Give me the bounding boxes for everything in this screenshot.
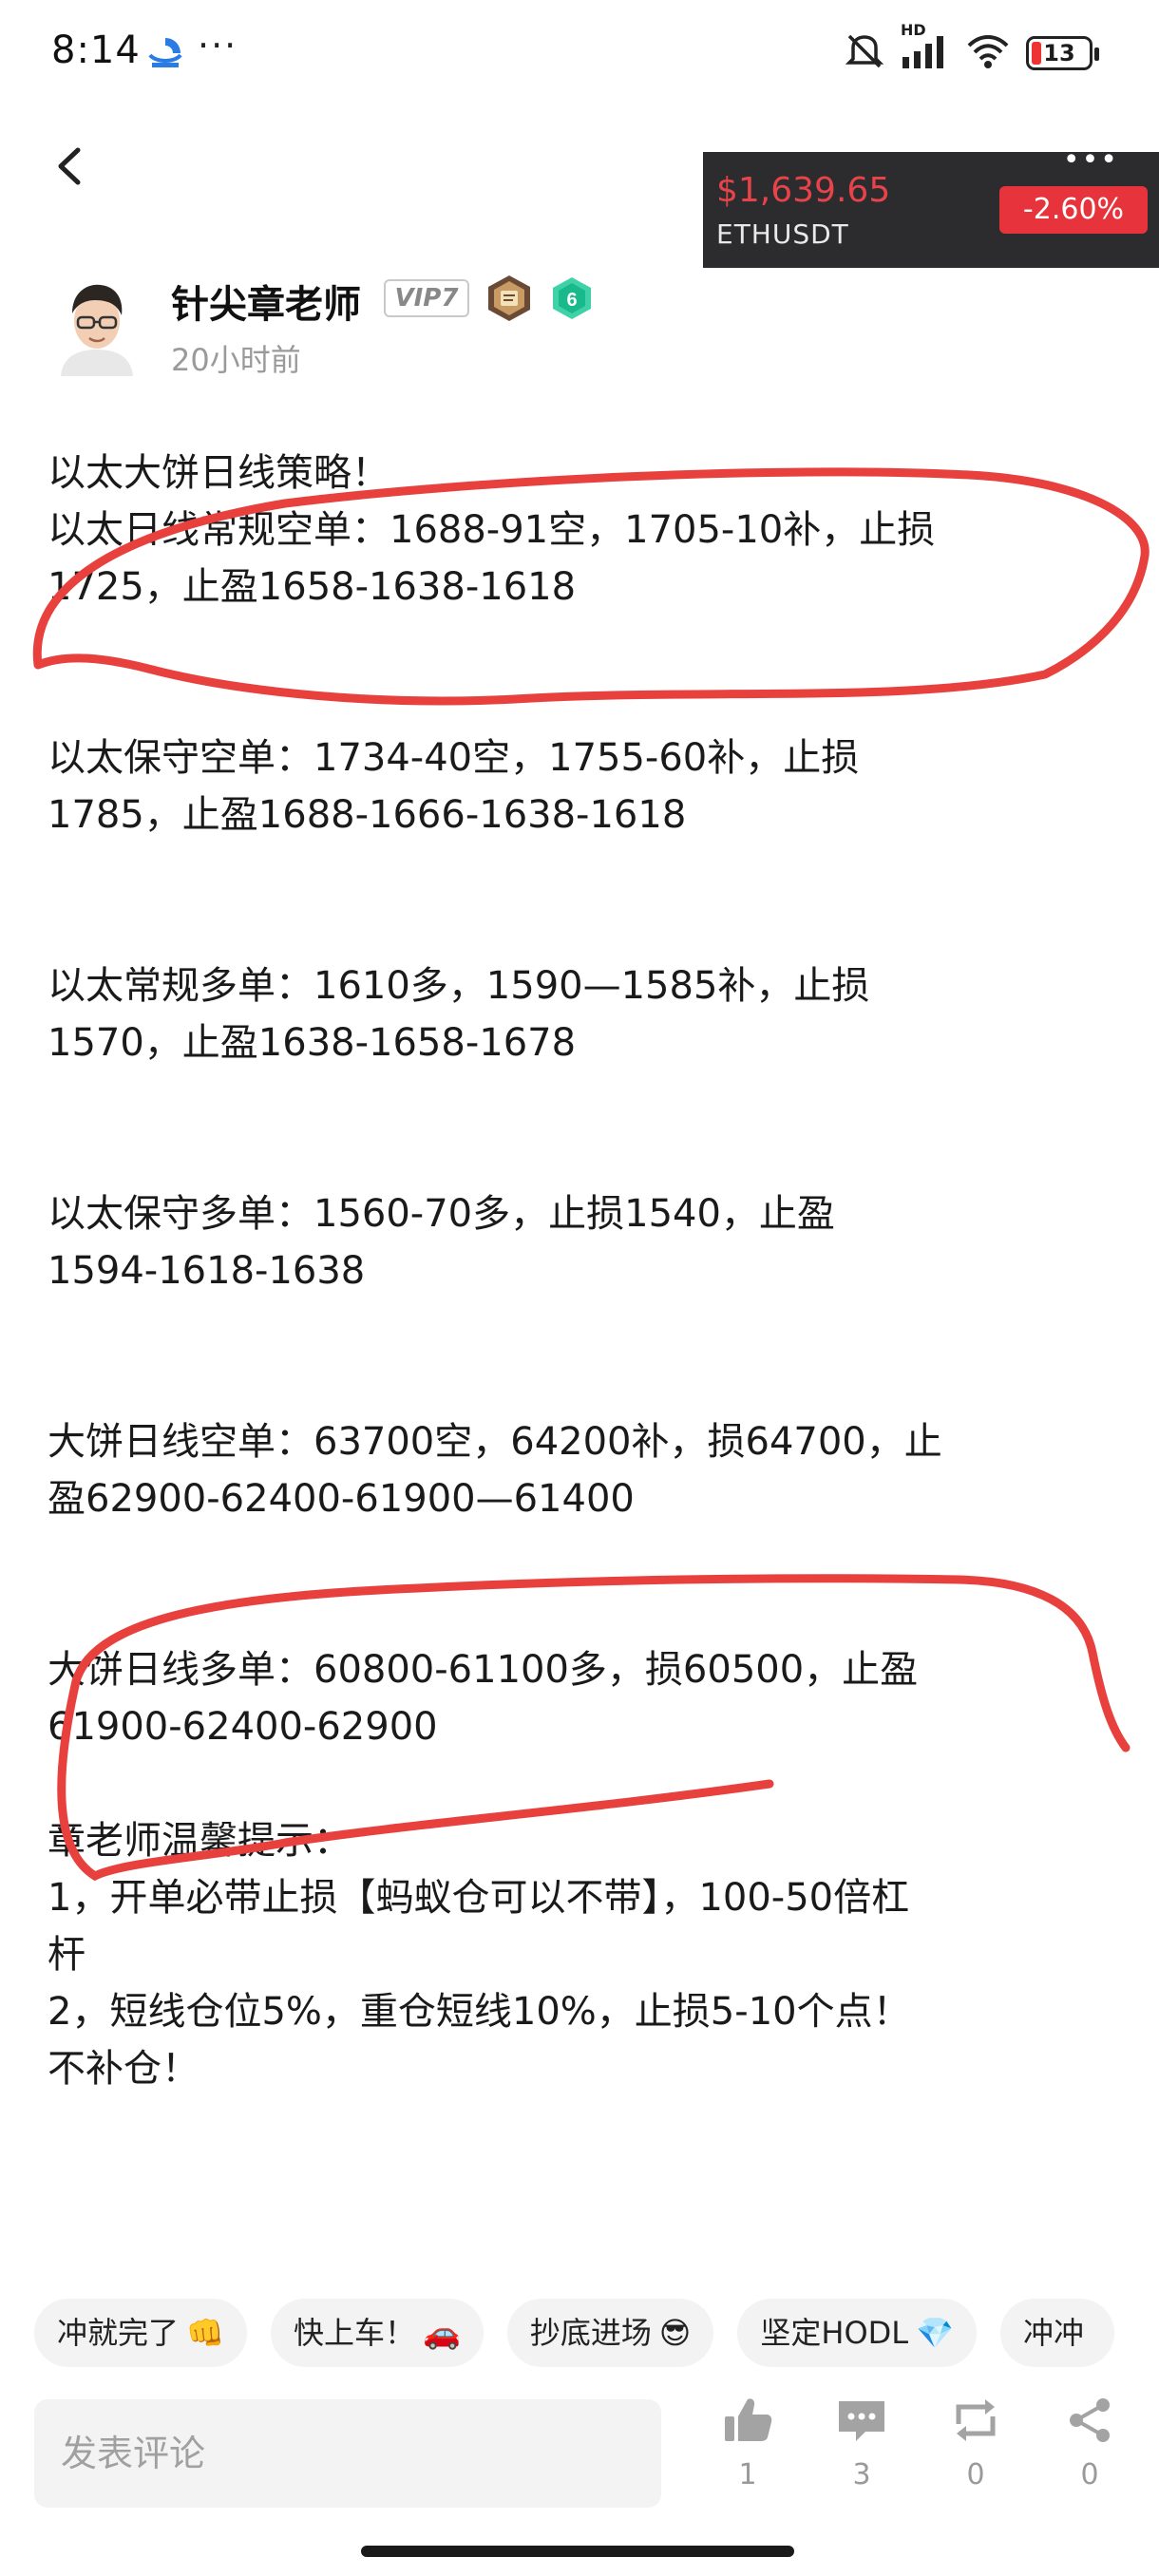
reaction-label: 坚定HODL [760, 2315, 909, 2351]
quick-reactions: 冲就完了 👊 快上车！ 🚗 抄底进场 😎 坚定HODL 💎 冲冲 [34, 2299, 1159, 2367]
repost-count: 0 [966, 2458, 985, 2491]
post-line: 以太保守空单：1734-40空，1755-60补，止损 [48, 736, 860, 780]
reaction-chip[interactable]: 快上车！ 🚗 [270, 2299, 484, 2367]
ticker-symbol: ETHUSDT [716, 218, 849, 250]
back-button[interactable] [49, 142, 91, 190]
post-line: 盈62900-62400-61900—61400 [48, 1477, 635, 1521]
app-notification-icon [146, 34, 184, 70]
share-icon [1070, 2398, 1110, 2442]
post-line: 1594-1618-1638 [48, 1249, 366, 1293]
post-timestamp: 20小时前 [171, 342, 301, 378]
ticker-menu-icon[interactable]: ••• [1063, 146, 1119, 175]
diamond-emoji-icon: 💎 [916, 2315, 954, 2351]
post-line: 杆 [48, 1933, 86, 1977]
home-indicator[interactable] [361, 2546, 794, 2557]
fist-emoji-icon: 👊 [186, 2315, 224, 2351]
reaction-label: 冲冲 [1023, 2315, 1085, 2351]
post-line: 大饼日线空单：63700空，64200补，损64700，止 [48, 1420, 942, 1464]
reaction-label: 快上车！ [293, 2315, 415, 2351]
sunglasses-emoji-icon: 😎 [658, 2315, 692, 2351]
post-line: 以太保守多单：1560-70多，止损1540，止盈 [48, 1192, 835, 1236]
share-count: 0 [1080, 2458, 1099, 2491]
post-line: 以太大饼日线策略！ [48, 451, 390, 495]
reaction-chip[interactable]: 坚定HODL 💎 [737, 2299, 977, 2367]
author-name[interactable]: 针尖章老师 [171, 274, 361, 329]
repost-icon [956, 2399, 996, 2441]
post-line: 章老师温馨提示： [48, 1819, 352, 1863]
post-line: 1，开单必带止损【蚂蚁仓可以不带】，100-50倍杠 [48, 1876, 910, 1920]
reaction-label: 抄底进场 [529, 2315, 652, 2351]
chevron-left-icon [58, 147, 81, 185]
like-count: 1 [738, 2458, 757, 2491]
reaction-chip[interactable]: 抄底进场 😎 [506, 2299, 714, 2367]
comment-bubble-icon [839, 2401, 884, 2441]
ticker-price: $1,639.65 [716, 171, 891, 210]
post-line: 2，短线仓位5%，重仓短线10%，止损5-10个点！ [48, 1990, 911, 2034]
level-number: 6 [566, 290, 577, 311]
like-button[interactable]: 1 [705, 2396, 790, 2491]
post-line: 大饼日线多单：60800-61100多，损60500，止盈 [48, 1648, 919, 1692]
reaction-label: 冲就完了 [57, 2315, 180, 2351]
post-line: 不补仓！ [48, 2047, 200, 2091]
comment-count: 3 [852, 2458, 871, 2491]
ticker-change-badge: -2.60% [999, 186, 1148, 234]
post-line: 61900-62400-62900 [48, 1705, 438, 1749]
share-button[interactable]: 0 [1047, 2396, 1132, 2491]
level-badge: 6 [549, 275, 595, 321]
more-notifications-icon: ··· [198, 25, 238, 66]
reaction-chip[interactable]: 冲就完了 👊 [34, 2299, 247, 2367]
status-bar: 8:14 ··· HD 13 [0, 0, 1159, 104]
medal-badge-icon [484, 274, 534, 323]
post-line: 1725，止盈1658-1638-1618 [48, 565, 577, 609]
comment-input[interactable] [34, 2399, 661, 2508]
battery-icon: 13 [1026, 36, 1099, 70]
post-body: 以太大饼日线策略！ 以太日线常规空单：1688-91空，1705-10补，止损 … [48, 445, 1130, 2097]
repost-button[interactable]: 0 [933, 2396, 1018, 2491]
mute-icon [844, 32, 885, 74]
battery-level: 13 [1043, 40, 1075, 66]
thumbs-up-icon [725, 2398, 772, 2441]
avatar[interactable] [51, 272, 142, 376]
post-line: 1570，止盈1638-1658-1678 [48, 1021, 577, 1065]
status-time: 8:14 [51, 28, 141, 72]
cellular-signal-icon: HD [901, 21, 950, 74]
ticker-widget[interactable]: ••• $1,639.65 ETHUSDT -2.60% [703, 146, 1159, 268]
post-line: 以太常规多单：1610多，1590—1585补，止损 [48, 964, 870, 1008]
comment-button[interactable]: 3 [819, 2396, 904, 2491]
wifi-icon [965, 32, 1011, 74]
network-type-label: HD [901, 21, 926, 39]
post-line: 1785，止盈1688-1666-1638-1618 [48, 793, 687, 837]
vip-badge: VIP7 [384, 279, 469, 317]
post-line: 以太日线常规空单：1688-91空，1705-10补，止损 [48, 508, 936, 552]
car-emoji-icon: 🚗 [422, 2315, 461, 2351]
reaction-chip[interactable]: 冲冲 [1000, 2299, 1115, 2367]
